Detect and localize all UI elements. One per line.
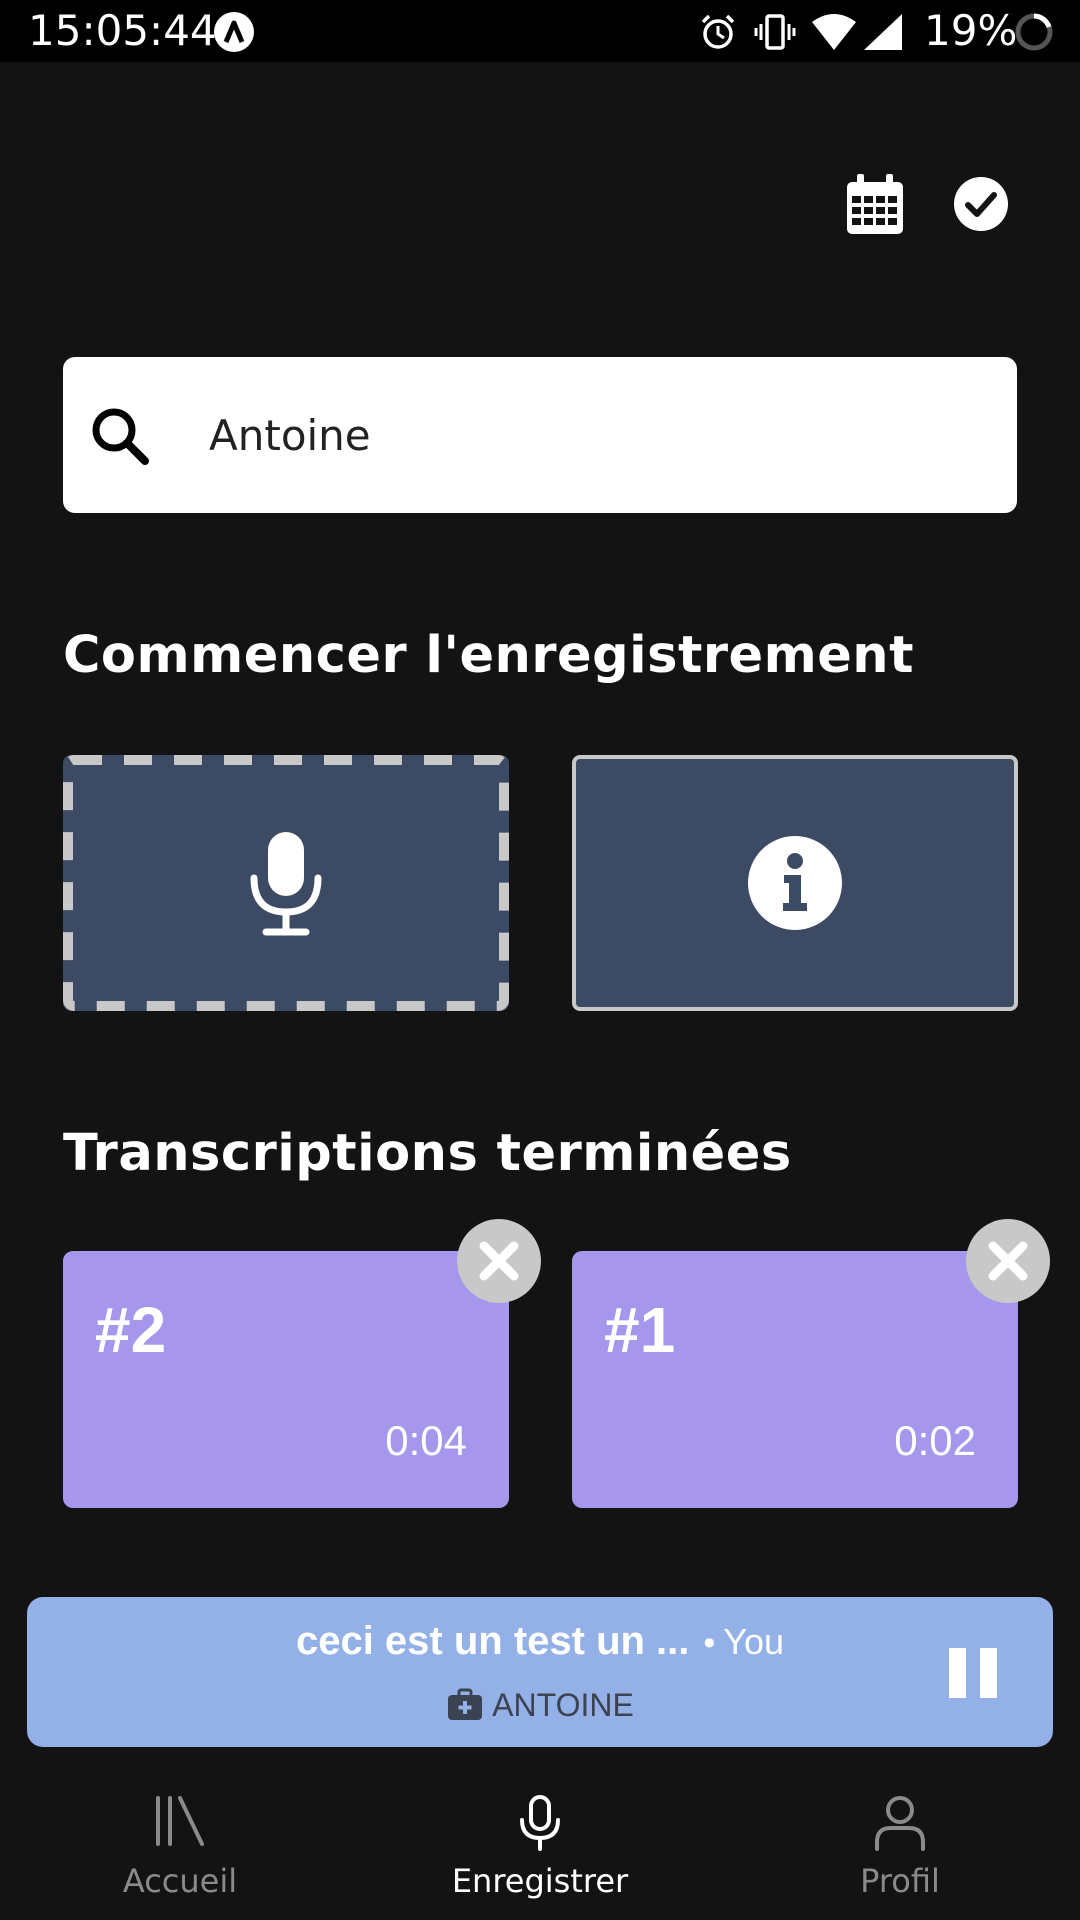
player-title-row: ceci est un test un ... • You [27, 1619, 1053, 1664]
pause-icon-bar [980, 1648, 997, 1698]
mini-player[interactable]: ceci est un test un ... • You ANTOINE [27, 1597, 1053, 1747]
player-artist: You [723, 1621, 785, 1662]
info-button[interactable] [572, 755, 1018, 1011]
close-icon [988, 1241, 1028, 1281]
search-bar[interactable] [63, 357, 1017, 513]
player-subtitle-row: ANTOINE [27, 1687, 1053, 1724]
transcription-duration: 0:02 [894, 1417, 976, 1464]
transcription-card[interactable]: #1 0:02 [572, 1219, 1050, 1508]
transcriptions-section-title: Transcriptions terminées [63, 1124, 792, 1183]
player-title: ceci est un test un ... [295, 1619, 690, 1663]
pause-icon [949, 1648, 966, 1698]
check-circle-icon [954, 177, 1008, 231]
signal-icon [864, 14, 902, 50]
search-icon [92, 408, 149, 465]
player-separator: • [703, 1624, 716, 1662]
search-input[interactable] [209, 395, 969, 475]
microphone-icon [250, 832, 322, 936]
medical-case-icon [448, 1688, 483, 1720]
vibrate-icon [754, 14, 796, 50]
record-button[interactable] [63, 755, 509, 1011]
calendar-button[interactable] [845, 172, 905, 241]
nav-profile-label: Profil [860, 1862, 940, 1900]
bottom-navigation: Accueil Enregistrer Profil [0, 1760, 1080, 1920]
nav-record[interactable]: Enregistrer [420, 1760, 660, 1920]
person-icon [875, 1796, 925, 1851]
status-bar: 15:05:44 19% [0, 0, 1080, 62]
pause-button[interactable] [949, 1648, 999, 1698]
battery-percent: 19% [924, 6, 1018, 55]
transcription-duration: 0:04 [385, 1417, 467, 1464]
record-section-title: Commencer l'enregistrement [63, 626, 914, 685]
transcription-card[interactable]: #2 0:04 [63, 1219, 541, 1508]
nav-record-label: Enregistrer [451, 1862, 629, 1900]
nav-profile[interactable]: Profil [780, 1760, 1020, 1920]
microphone-icon [520, 1795, 560, 1851]
transcription-number: #2 [95, 1294, 167, 1366]
nav-home-label: Accueil [122, 1862, 238, 1900]
delete-transcription-button[interactable] [457, 1219, 541, 1303]
transcription-number: #1 [604, 1294, 676, 1366]
close-icon [479, 1241, 519, 1281]
library-icon [156, 1796, 204, 1846]
player-subtitle: ANTOINE [492, 1687, 634, 1723]
delete-transcription-button[interactable] [966, 1219, 1050, 1303]
nav-home[interactable]: Accueil [60, 1760, 300, 1920]
battery-icon [1015, 13, 1053, 51]
info-icon [748, 836, 842, 930]
wifi-icon [812, 14, 856, 50]
alarm-icon [701, 14, 735, 49]
calendar-icon [847, 174, 903, 234]
app-notification-icon [214, 12, 254, 52]
status-time: 15:05:44 [28, 6, 217, 55]
check-button[interactable] [953, 176, 1009, 237]
